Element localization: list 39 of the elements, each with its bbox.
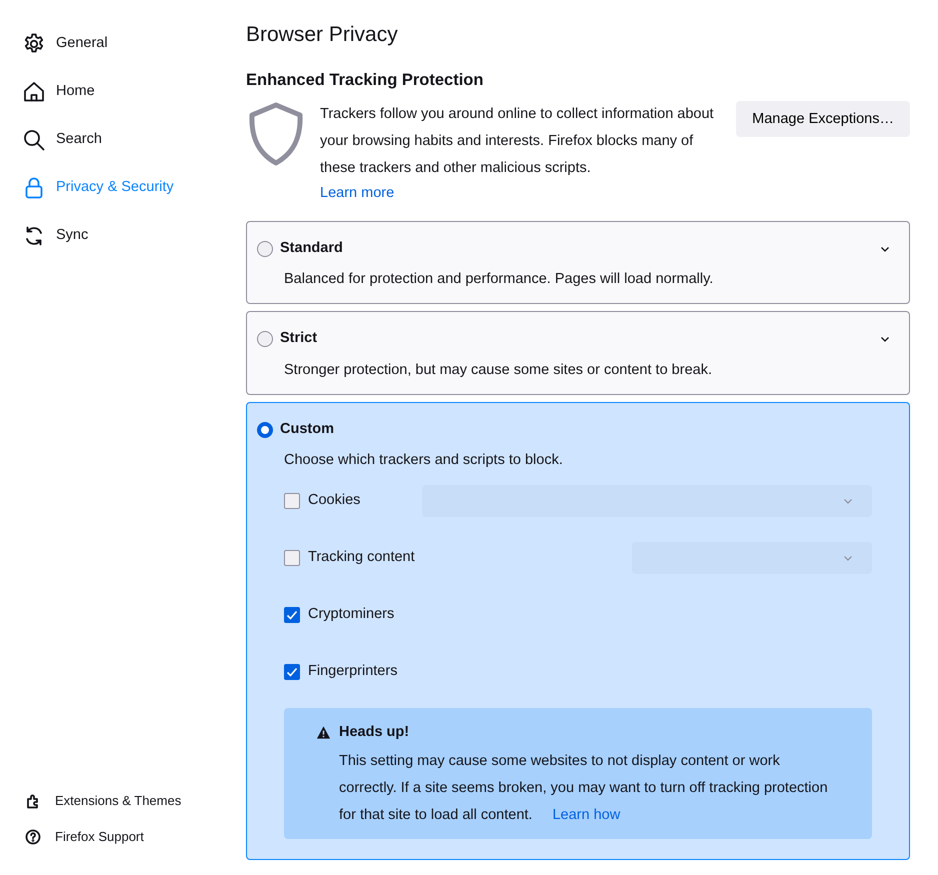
radio-button[interactable] <box>257 422 273 438</box>
sidebar-item[interactable]: Sync <box>22 212 232 260</box>
option-description: Stronger protection, but may cause some sites or content to break. <box>284 360 713 380</box>
sidebar-item[interactable]: Home <box>22 68 232 116</box>
radio-button[interactable] <box>257 240 273 257</box>
option-label: Standard <box>280 238 343 258</box>
protection-option-card[interactable]: Strict Stronger protection, but may cause some sites or content to break. <box>246 311 910 395</box>
sidebar-link[interactable]: Firefox Support <box>22 819 232 855</box>
warning-icon <box>316 725 331 740</box>
manage-exceptions-button[interactable]: Manage Exceptions… <box>736 100 910 137</box>
checkbox-label: Cryptominers <box>308 604 394 624</box>
sidebar-item[interactable]: General <box>22 20 232 68</box>
checkbox[interactable] <box>284 492 300 509</box>
protection-option-card[interactable] <box>246 402 910 860</box>
section-title: Enhanced Tracking Protection <box>246 71 484 91</box>
sidebar-link[interactable]: Extensions & Themes <box>22 783 232 819</box>
description-text: Trackers follow you around online to collect information about your browsing habits and interests. Firefox blocks many of these trackers and other malicious scripts. <box>320 104 715 178</box>
protection-option-card[interactable]: Standard Balanced for protection and performance. Pages will load normally. <box>246 220 910 304</box>
learn-more-link[interactable]: Learn more <box>320 184 394 201</box>
warning-text: This setting may cause some websites to not display content or work correctly. If a site seems broken, you may want to turn off tracking protection for that site to load all content. Learn how <box>339 752 829 825</box>
checkbox-label: Tracking content <box>308 548 415 567</box>
page-title: Browser Privacy <box>246 22 399 48</box>
search-icon <box>22 128 46 152</box>
radio-button[interactable] <box>257 331 273 348</box>
option-description: Choose which trackers and scripts to block. <box>284 451 564 470</box>
sidebar-item[interactable]: Search <box>22 116 232 164</box>
warning-title: Heads up! <box>339 723 410 742</box>
checkbox[interactable] <box>284 664 300 680</box>
help-icon <box>25 829 41 845</box>
option-description: Balanced for protection and performance. Pages will load normally. <box>284 270 714 290</box>
sidebar-item[interactable]: Privacy & Security <box>22 164 232 212</box>
checkbox[interactable] <box>284 606 300 623</box>
checkbox-label: Fingerprinters <box>308 662 398 681</box>
option-label: Custom <box>280 420 334 439</box>
puzzle-icon <box>25 793 41 809</box>
option-label: Strict <box>280 329 318 348</box>
checkbox-label: Cookies <box>308 490 360 510</box>
home-icon <box>22 80 46 104</box>
checkbox[interactable] <box>284 550 300 566</box>
